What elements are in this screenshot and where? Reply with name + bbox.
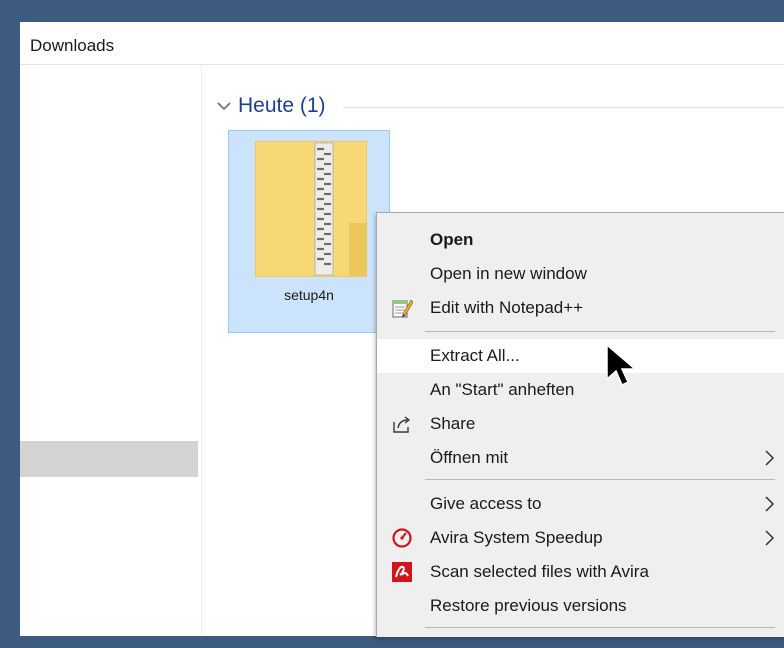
menu-item-label: Edit with Notepad++ (430, 298, 584, 317)
group-header-today[interactable]: Heute (1) (215, 94, 784, 120)
chevron-right-icon (765, 450, 775, 466)
group-title: Heute (1) (238, 94, 326, 117)
menu-item-avira-speedup[interactable]: Avira System Speedup (377, 521, 784, 555)
menu-item-restore-versions[interactable]: Restore previous versions (377, 589, 784, 623)
menu-separator (425, 331, 775, 332)
menu-item-give-access[interactable]: Give access to (377, 487, 784, 521)
share-icon (393, 416, 411, 433)
menu-item-label: Open in new window (430, 264, 587, 283)
menu-item-share[interactable]: Share (377, 407, 784, 441)
menu-item-label: Scan selected files with Avira (430, 562, 649, 581)
address-location: Downloads (30, 36, 115, 55)
chevron-right-icon (765, 530, 775, 546)
menu-item-open-with[interactable]: Öffnen mit (377, 441, 784, 475)
menu-item-label: Avira System Speedup (430, 528, 603, 547)
file-item-setup4n[interactable]: setup4n (228, 130, 390, 333)
file-name: setup4n (284, 287, 334, 303)
menu-item-avira-scan[interactable]: Scan selected files with Avira (377, 555, 784, 589)
group-divider (343, 107, 784, 108)
avira-scan-icon (392, 562, 412, 582)
avira-speedup-icon (392, 528, 412, 548)
menu-item-edit-notepad[interactable]: Edit with Notepad++ (377, 291, 784, 325)
explorer-window: Downloads Heute (1) setup4n Open Open in… (20, 22, 784, 637)
menu-item-open-new-window[interactable]: Open in new window (377, 257, 784, 291)
navigation-pane (20, 65, 202, 636)
menu-item-label: Öffnen mit (430, 448, 509, 467)
menu-item-label: Open (430, 230, 474, 249)
menu-item-label: Give access to (430, 494, 542, 513)
chevron-down-icon (217, 102, 231, 111)
chevron-right-icon (765, 496, 775, 512)
zip-folder-icon (255, 141, 367, 277)
menu-separator (425, 479, 775, 480)
menu-item-label: Extract All... (430, 346, 520, 365)
menu-item-pin-to-start[interactable]: An "Start" anheften (377, 373, 784, 407)
menu-item-label: An "Start" anheften (430, 380, 575, 399)
menu-item-extract-all[interactable]: Extract All... (377, 339, 784, 373)
address-bar[interactable]: Downloads (20, 22, 784, 65)
menu-item-open[interactable]: Open (377, 223, 784, 257)
menu-item-label: Restore previous versions (430, 596, 627, 615)
mouse-pointer-icon (606, 343, 638, 387)
menu-item-label: Share (430, 414, 476, 433)
menu-separator (425, 627, 775, 628)
nav-item-selected[interactable] (20, 441, 198, 477)
notepad-plus-plus-icon (392, 299, 413, 318)
context-menu: Open Open in new window Edit with Notepa… (376, 212, 784, 637)
